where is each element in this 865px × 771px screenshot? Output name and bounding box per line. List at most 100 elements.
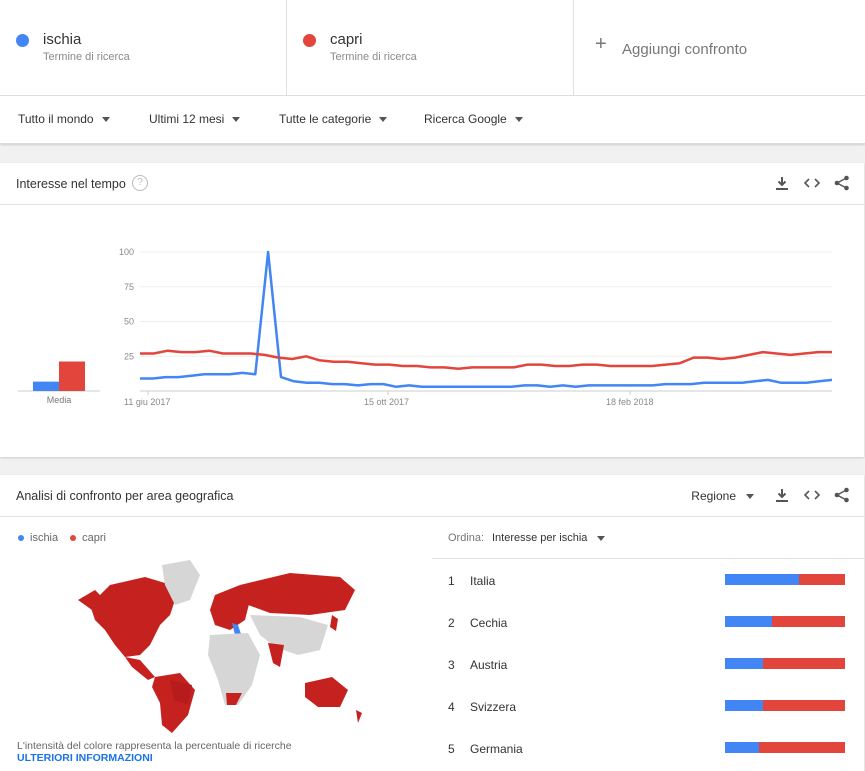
embed-icon[interactable] xyxy=(804,487,820,503)
map-russia xyxy=(240,573,355,615)
term-name: ischia xyxy=(43,31,82,48)
card-title: Analisi di confronto per area geografica xyxy=(16,489,234,503)
rank-share-bar xyxy=(725,658,845,669)
bar-segment-ischia xyxy=(725,616,772,627)
ischia-color-dot xyxy=(16,34,29,47)
map-india xyxy=(268,643,284,667)
filter-label: Ricerca Google xyxy=(424,112,507,126)
rank-number: 2 xyxy=(448,616,455,630)
sort-row: Ordina: Interesse per ischia xyxy=(432,517,864,559)
bar-segment-capri xyxy=(771,616,845,627)
term-card-capri[interactable]: capri Termine di ricerca xyxy=(287,0,574,96)
share-icon[interactable] xyxy=(834,487,850,503)
x-tick-label: 11 giu 2017 xyxy=(124,397,170,407)
y-tick-label: 75 xyxy=(124,282,134,292)
add-compare-button[interactable]: + Aggiungi confronto xyxy=(574,0,865,95)
bar-segment-ischia xyxy=(725,574,800,585)
sort-dropdown[interactable]: Interesse per ischia xyxy=(492,532,606,544)
bar-segment-capri xyxy=(799,574,845,585)
line-chart: 100 75 50 25 11 giu 2017 15 ott 2017 18 feb 20… xyxy=(119,247,833,407)
term-type: Termine di ricerca xyxy=(330,51,417,63)
caret-down-icon xyxy=(514,116,523,122)
map-legend: ischia capri xyxy=(18,532,106,544)
rank-share-bar xyxy=(725,700,845,711)
x-tick-label: 15 ott 2017 xyxy=(364,397,409,407)
ranking-row[interactable]: 5 Germania xyxy=(432,727,864,769)
caret-down-icon xyxy=(101,116,110,122)
compare-bar: ischia Termine di ricerca capri Termine … xyxy=(0,0,865,96)
rank-number: 4 xyxy=(448,700,455,714)
term-name: capri xyxy=(330,31,363,48)
filter-label: Tutto il mondo xyxy=(18,112,94,126)
interest-over-time-card: Interesse nel tempo ? Media 100 75 50 25 11 … xyxy=(0,163,864,457)
card-header: Analisi di confronto per area geografica… xyxy=(0,475,864,517)
term-type: Termine di ricerca xyxy=(43,51,130,63)
rank-region-name: Italia xyxy=(470,574,496,588)
filter-search-type[interactable]: Ricerca Google xyxy=(424,112,523,126)
term-card-ischia[interactable]: ischia Termine di ricerca xyxy=(0,0,287,96)
more-info-link[interactable]: ULTERIORI INFORMAZIONI xyxy=(17,752,153,764)
sort-label: Ordina: xyxy=(448,532,485,544)
y-tick-label: 100 xyxy=(119,247,134,257)
download-icon[interactable] xyxy=(774,175,790,191)
caret-down-icon xyxy=(597,535,606,541)
bar-segment-ischia xyxy=(725,742,759,753)
rank-number: 1 xyxy=(448,574,455,588)
ranking-row[interactable]: 2 Cechia xyxy=(432,601,864,643)
embed-icon[interactable] xyxy=(804,175,820,191)
add-compare-label: Aggiungi confronto xyxy=(622,41,748,58)
caret-down-icon xyxy=(379,116,388,122)
filter-category[interactable]: Tutte le categorie xyxy=(279,112,388,126)
avg-bar-capri[interactable] xyxy=(59,361,85,391)
world-map[interactable] xyxy=(70,555,370,735)
geo-compare-card: Analisi di confronto per area geografica… xyxy=(0,475,864,771)
filter-bar: Tutto il mondo Ultimi 12 mesi Tutte le c… xyxy=(0,96,865,144)
avg-bar-ischia[interactable] xyxy=(33,381,59,391)
bar-segment-ischia xyxy=(725,700,764,711)
filter-time[interactable]: Ultimi 12 mesi xyxy=(149,112,241,126)
y-tick-label: 25 xyxy=(124,351,134,361)
filter-location[interactable]: Tutto il mondo xyxy=(18,112,110,126)
share-icon[interactable] xyxy=(834,175,850,191)
rank-region-name: Cechia xyxy=(470,616,508,630)
legend-capri: capri xyxy=(70,532,106,544)
avg-label: Media xyxy=(47,395,72,405)
y-tick-label: 50 xyxy=(124,317,134,327)
capri-color-dot xyxy=(303,34,316,47)
map-japan xyxy=(330,615,338,631)
card-header: Interesse nel tempo ? xyxy=(0,163,864,205)
region-label: Regione xyxy=(691,489,736,503)
map-note: L'intensità del colore rappresenta la pe… xyxy=(17,740,292,752)
rank-region-name: Germania xyxy=(470,742,523,756)
bar-segment-capri xyxy=(763,700,845,711)
rank-region-name: Svizzera xyxy=(470,700,517,714)
caret-down-icon xyxy=(746,493,754,499)
rank-number: 3 xyxy=(448,658,455,672)
ranking-row[interactable]: 3 Austria xyxy=(432,643,864,685)
rank-number: 5 xyxy=(448,742,455,756)
map-asia xyxy=(250,615,328,655)
rank-share-bar xyxy=(725,742,845,753)
plus-icon: + xyxy=(595,33,607,55)
help-icon[interactable]: ? xyxy=(132,175,148,191)
card-title: Interesse nel tempo xyxy=(16,177,126,191)
rank-share-bar xyxy=(725,574,845,585)
series-line-capri[interactable] xyxy=(140,349,832,371)
map-new-zealand xyxy=(356,710,362,723)
map-north-america xyxy=(90,577,175,657)
bar-segment-capri xyxy=(763,658,845,669)
legend-ischia: ischia xyxy=(18,532,58,544)
ranking-panel: Ordina: Interesse per ischia 1 Italia 2 Cec… xyxy=(432,517,864,771)
bar-segment-ischia xyxy=(725,658,764,669)
average-chart: Media xyxy=(18,361,100,405)
region-dropdown[interactable]: Regione xyxy=(691,489,754,503)
ranking-row[interactable]: 4 Svizzera xyxy=(432,685,864,727)
bar-segment-capri xyxy=(758,742,845,753)
rank-region-name: Austria xyxy=(470,658,508,672)
caret-down-icon xyxy=(232,116,241,122)
ranking-row[interactable]: 1 Italia xyxy=(432,559,864,601)
rank-share-bar xyxy=(725,616,845,627)
download-icon[interactable] xyxy=(774,487,790,503)
filter-label: Tutte le categorie xyxy=(279,112,372,126)
map-central-america xyxy=(125,657,155,680)
